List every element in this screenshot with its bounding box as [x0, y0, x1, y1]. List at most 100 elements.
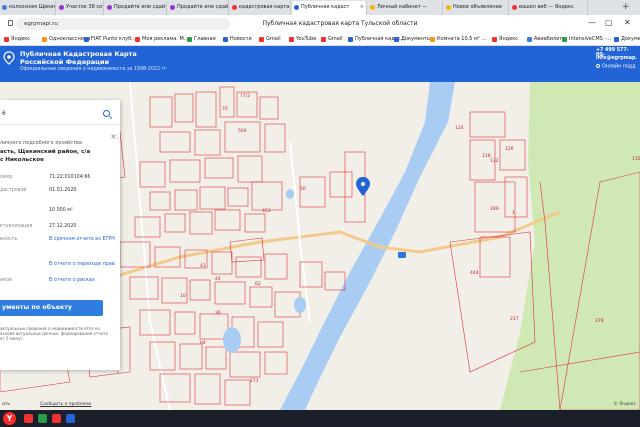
- property-link[interactable]: В срочном отчете из ЕГРН: [49, 237, 119, 243]
- bookmark-item[interactable]: FIAT Punto клуб:...: [84, 33, 138, 45]
- parcel-number-label: 43: [200, 263, 206, 269]
- bookmark-favicon-icon: [223, 37, 228, 42]
- tab-label: Личный кабинет —: [377, 4, 428, 10]
- browser-tab-strip: колхозном Щекинск Участок 38 сот. (СН Прод…: [0, 0, 640, 15]
- bookmark-favicon-icon: [289, 37, 294, 42]
- browser-tab[interactable]: Участок 38 сот. (СН: [57, 1, 104, 15]
- tab-favicon-icon: [232, 5, 237, 10]
- report-problem-link[interactable]: Сообщить о проблеме: [40, 402, 91, 407]
- parcel-number-label: 10: [180, 293, 186, 299]
- bookmark-favicon-icon: [430, 37, 435, 42]
- bookmark-label: Gmail: [328, 36, 343, 42]
- close-icon[interactable]: ×: [110, 133, 117, 141]
- site-title[interactable]: Публичная Кадастровая Карта Российской Ф…: [20, 50, 170, 66]
- browser-tab[interactable]: колхозном Щекинск: [0, 1, 56, 15]
- bookmarks-bar: Яндекс Одноклассники FIAT Punto клуб:... Мо…: [0, 33, 640, 46]
- parcel-number-label: 126: [505, 146, 514, 152]
- close-tab-icon[interactable]: ×: [360, 1, 364, 14]
- bookmark-label: Яндекс: [499, 36, 519, 42]
- parcel-number-label: 124: [455, 125, 464, 131]
- parcel-number-label: 50: [300, 186, 306, 192]
- site-subtitle: Официальные сведения о недвижимости за 1…: [20, 67, 167, 72]
- browser-tab[interactable]: кадастровая карта т: [230, 1, 291, 15]
- property-label: вность: [0, 237, 18, 242]
- taskbar-app-icon[interactable]: [52, 414, 61, 423]
- yandex-browser-icon[interactable]: Y: [3, 412, 16, 425]
- bookmark-favicon-icon: [187, 37, 192, 42]
- tab-favicon-icon: [107, 5, 112, 10]
- bookmark-item[interactable]: Авиабилеты: [527, 33, 566, 45]
- search-icon[interactable]: [103, 110, 110, 117]
- parcel-info-panel: 6 × личного подсобного хозяйства асть, Щ…: [0, 100, 120, 370]
- bookmark-label: Комната 10,5 м² ...: [437, 36, 487, 42]
- bookmark-item[interactable]: Новости: [223, 33, 252, 45]
- minimize-button[interactable]: —: [588, 17, 596, 29]
- tab-favicon-icon: [294, 5, 299, 10]
- property-label: иков: [0, 278, 12, 283]
- taskbar-app-icon[interactable]: [38, 414, 47, 423]
- search-input-value: 6: [2, 110, 6, 117]
- bookmark-item[interactable]: Документы: [394, 33, 431, 45]
- tab-label: колхозном Щекинск: [9, 4, 55, 10]
- tab-label: вашел веб — Яндекс: [519, 4, 574, 10]
- browser-tab[interactable]: Продайте или сдайт: [105, 1, 167, 15]
- browser-tab[interactable]: Публичная кадаст ×: [292, 1, 367, 15]
- browser-tab[interactable]: вашел веб — Яндекс: [510, 1, 588, 15]
- selected-parcel-pin-icon[interactable]: [356, 177, 370, 196]
- parcel-number-label: 504: [238, 128, 247, 134]
- bookmark-item[interactable]: Gmail: [321, 33, 343, 45]
- browser-tab[interactable]: Личный кабинет —: [368, 1, 443, 15]
- chat-icon: [596, 64, 600, 68]
- property-link[interactable]: В отчете о рисках: [49, 278, 119, 284]
- parcel-number-label: 279: [595, 318, 604, 324]
- maximize-button[interactable]: ▢: [605, 17, 613, 29]
- map-pin-logo-icon[interactable]: [3, 51, 15, 65]
- tab-favicon-icon: [370, 5, 375, 10]
- bookmark-item[interactable]: IntensiveCMS -...: [562, 33, 611, 45]
- online-support-button[interactable]: Онлайн подд: [596, 64, 636, 70]
- bookmark-favicon-icon: [614, 37, 619, 42]
- bookmark-label: Gmail: [266, 36, 281, 42]
- close-window-button[interactable]: ✕: [624, 17, 631, 29]
- address-url: egrpmapi.ru: [24, 21, 58, 27]
- tab-label: Продайте или сдайт: [114, 4, 167, 10]
- map-copyright: © Яндекс: [613, 402, 636, 407]
- parcel-number-label: 62: [255, 281, 261, 287]
- map-settings-link[interactable]: ить: [2, 402, 10, 407]
- new-tab-button[interactable]: +: [622, 1, 630, 14]
- bookmark-item[interactable]: Главная: [187, 33, 216, 45]
- parcel-number-label: 70: [222, 106, 228, 112]
- property-label: омер: [0, 175, 13, 180]
- property-link[interactable]: В отчете о переходе прав: [49, 262, 119, 268]
- documents-button[interactable]: ументы по объекту: [0, 300, 103, 316]
- bookmark-label: Документы: [401, 36, 431, 42]
- bookmark-item[interactable]: Комната 10,5 м² ...: [430, 33, 487, 45]
- bookmark-item[interactable]: Яндекс: [492, 33, 519, 45]
- bookmark-item[interactable]: Gmail: [259, 33, 281, 45]
- bookmark-item[interactable]: Яндекс: [4, 33, 30, 45]
- bookmark-favicon-icon: [527, 37, 532, 42]
- address-line1: асть, Щекинский район, с/а: [0, 149, 91, 155]
- map-arrow-icon[interactable]: ›: [117, 369, 119, 376]
- bookmark-label: Новости: [230, 36, 252, 42]
- bookmark-label: FIAT Punto клуб:...: [91, 36, 138, 42]
- bookmark-favicon-icon: [84, 37, 89, 42]
- taskbar-app-icon[interactable]: [66, 414, 75, 423]
- browser-tab[interactable]: Продайте или сдайт: [168, 1, 229, 15]
- pond: [223, 327, 241, 353]
- property-label: дастровой: [0, 188, 27, 193]
- taskbar-app-icon[interactable]: [24, 414, 33, 423]
- bookmark-label: Моя реклама. M...: [142, 36, 189, 42]
- parcel-number-label: 444: [470, 270, 479, 276]
- browser-tab[interactable]: Новое объявление: [444, 1, 509, 15]
- property-value: 01.01.2020: [49, 188, 77, 193]
- address-bar[interactable]: egrpmapi.ru: [16, 18, 230, 30]
- bookmark-item[interactable]: Документы: [614, 33, 640, 45]
- cadastral-search-input[interactable]: 6: [0, 103, 120, 125]
- bookmark-item[interactable]: YouTube: [289, 33, 316, 45]
- email-link[interactable]: info@egrpmap.: [596, 56, 637, 61]
- bookmark-favicon-icon: [492, 37, 497, 42]
- property-value: 71:22:010104:66: [49, 175, 91, 180]
- property-label: ктуализация: [0, 224, 33, 229]
- bookmark-item[interactable]: Моя реклама. M...: [135, 33, 189, 45]
